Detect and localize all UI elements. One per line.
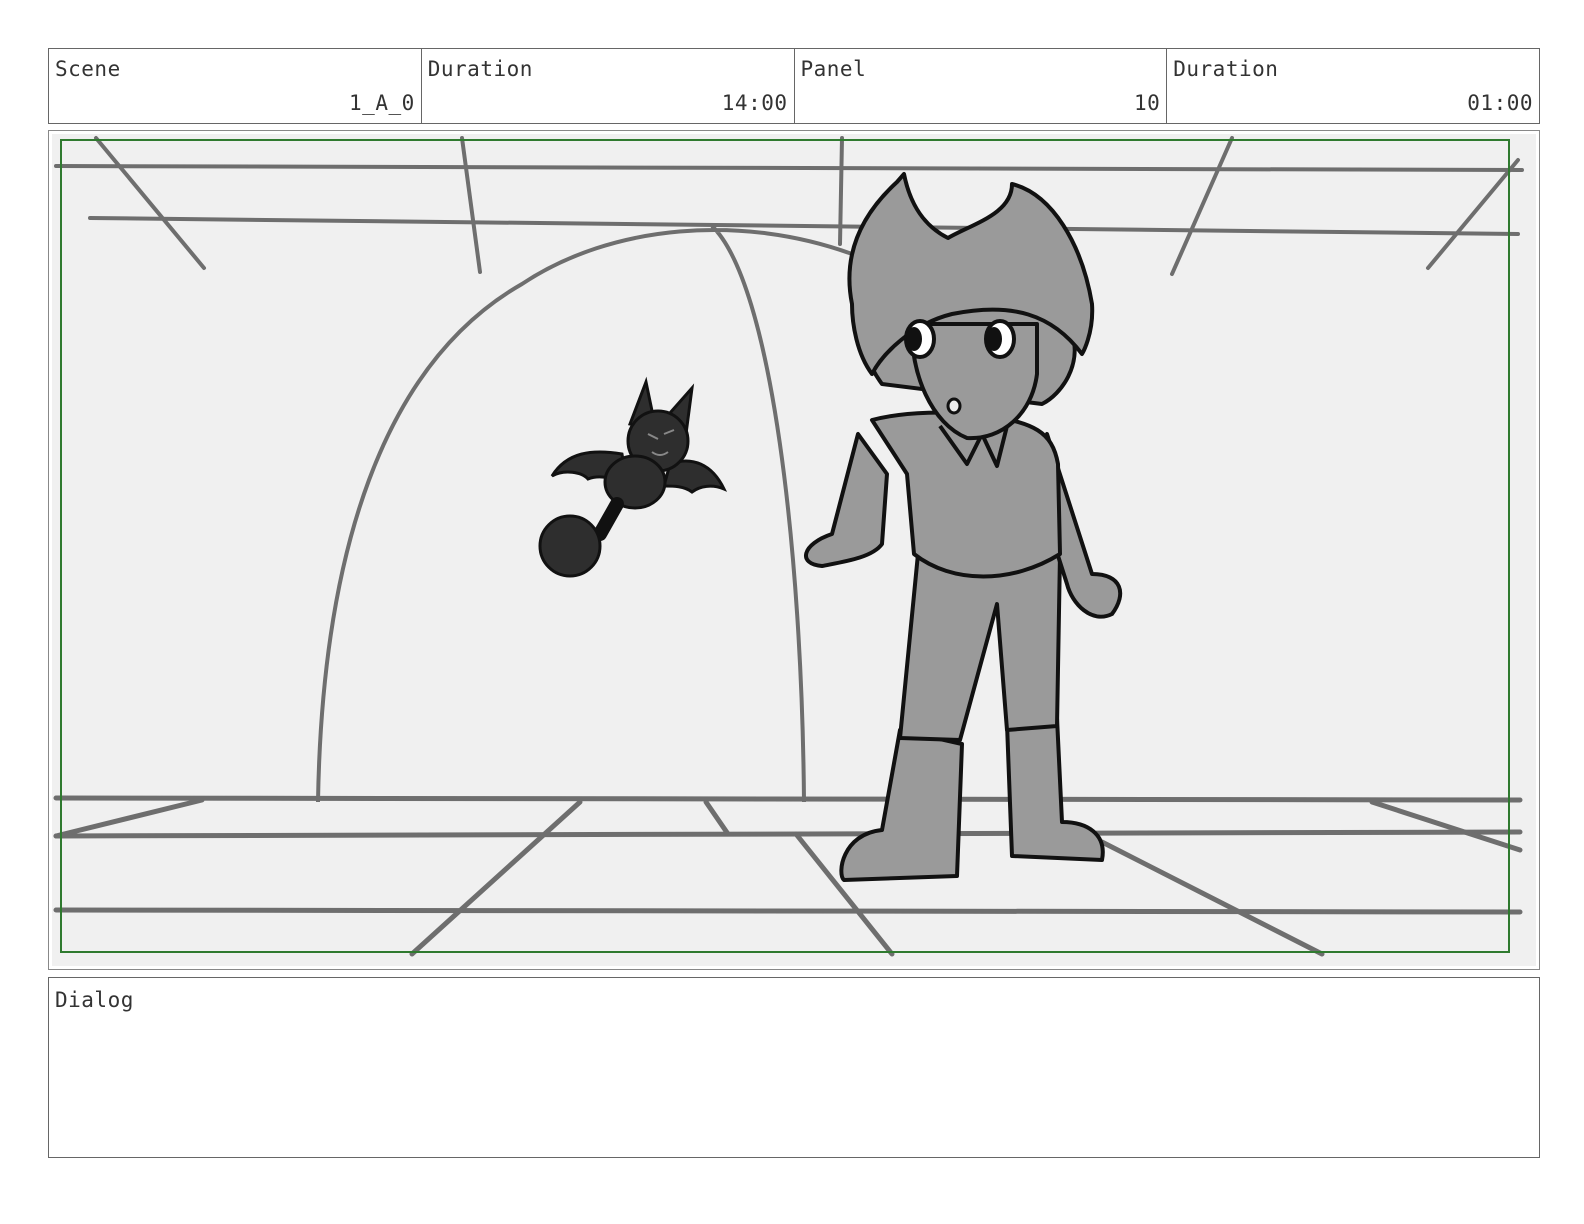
pumpkin-bucket [538,514,602,578]
panel-info-header: Scene 1_A_0 Duration 14:00 Panel 10 Dura… [48,48,1540,124]
panel-duration-cell: Duration 01:00 [1167,49,1539,123]
storyboard-panel-frame [48,130,1540,970]
scene-cell: Scene 1_A_0 [49,49,422,123]
dialog-label: Dialog [55,988,134,1012]
panel-value: 10 [1133,91,1161,115]
scene-duration-cell: Duration 14:00 [422,49,795,123]
panel-duration-label: Duration [1173,57,1279,81]
scene-label: Scene [55,57,121,81]
dialog-box[interactable]: Dialog [48,977,1540,1158]
scene-duration-label: Duration [427,57,533,81]
panel-label: Panel [800,57,867,81]
scene-duration-value: 14:00 [721,91,788,115]
storyboard-sketch [52,134,1536,966]
panel-cell: Panel 10 [795,49,1168,123]
panel-duration-value: 01:00 [1467,91,1533,115]
boy-mouth [946,397,962,415]
scene-value: 1_A_0 [349,91,415,115]
